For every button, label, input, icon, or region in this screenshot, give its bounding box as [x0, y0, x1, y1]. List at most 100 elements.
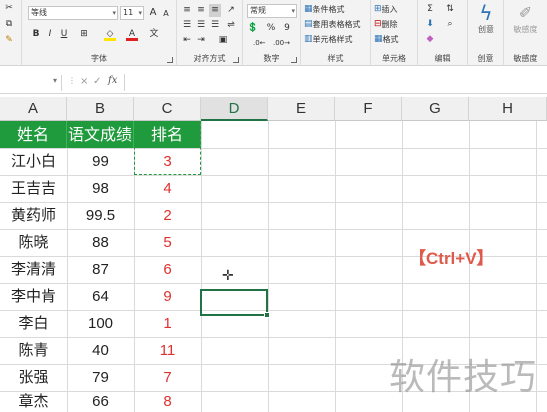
create-button[interactable]: ϟ 创意 [470, 2, 502, 35]
column-header-f[interactable]: F [335, 97, 402, 121]
align-center-icon[interactable]: ☰ [195, 19, 207, 32]
column-header-c[interactable]: C [134, 97, 201, 121]
wrap-text-icon[interactable]: ⇌ [225, 19, 237, 32]
active-cell[interactable] [200, 289, 270, 318]
bold-button[interactable]: B [30, 28, 42, 41]
increase-decimal-icon[interactable]: .0← [253, 37, 266, 50]
format-button[interactable]: ▦ 格式 [374, 33, 399, 46]
score-cell[interactable]: 99.5 [67, 202, 134, 229]
formula-bar: ▾ ⋮ × ✓ fx [0, 72, 547, 94]
font-name-combo[interactable]: 等线 ▾ [28, 6, 118, 20]
gridline [268, 121, 269, 412]
rank-cell[interactable]: 1 [134, 310, 201, 337]
column-header-h[interactable]: H [469, 97, 547, 121]
comma-style-button[interactable]: 9 [281, 22, 293, 35]
name-cell[interactable]: 李白 [0, 310, 67, 337]
grow-font-button[interactable]: A [147, 6, 159, 19]
decrease-decimal-icon[interactable]: .00→ [273, 37, 290, 50]
align-right-icon[interactable]: ☰ [209, 19, 221, 32]
name-box[interactable]: ▾ [0, 75, 62, 91]
rank-cell[interactable]: 9 [134, 283, 201, 310]
name-cell[interactable]: 张强 [0, 364, 67, 391]
rank-cell[interactable]: 5 [134, 229, 201, 256]
column-header-d[interactable]: D [201, 97, 268, 121]
insert-function-button[interactable]: fx [108, 75, 117, 86]
score-cell[interactable]: 64 [67, 283, 134, 310]
phonetic-icon[interactable]: 文 [148, 28, 160, 41]
increase-indent-icon[interactable]: ⇥ [195, 34, 207, 47]
format-painter-icon[interactable]: ✎ [3, 34, 15, 47]
rank-cell[interactable]: 7 [134, 364, 201, 391]
underline-button[interactable]: U [58, 28, 70, 41]
clear-icon[interactable]: ◆ [424, 33, 436, 46]
column-header-e[interactable]: E [268, 97, 335, 121]
score-cell[interactable]: 79 [67, 364, 134, 391]
score-cell[interactable]: 66 [67, 391, 134, 412]
percent-button[interactable]: % [265, 22, 277, 35]
align-bottom-icon[interactable]: ≡ [209, 4, 221, 17]
chevron-down-icon: ▾ [112, 9, 116, 17]
borders-icon[interactable]: ⊞ [78, 28, 90, 41]
name-cell[interactable]: 王吉吉 [0, 175, 67, 202]
fill-color-icon[interactable]: ◇ [104, 28, 116, 41]
font-dialog-launcher[interactable] [167, 57, 173, 63]
score-cell[interactable]: 99 [67, 148, 134, 175]
header-cell-score[interactable]: 语文成绩 [67, 121, 134, 148]
number-format-combo[interactable]: 常规 ▾ [247, 4, 297, 18]
rank-cell[interactable]: 11 [134, 337, 201, 364]
orientation-icon[interactable]: ↗ [225, 4, 237, 17]
name-cell[interactable]: 陈青 [0, 337, 67, 364]
worksheet-grid[interactable]: A B C D E F G H 姓名 语文成绩 排名 江小白 99 3 王吉吉 … [0, 97, 547, 412]
formula-input[interactable] [124, 74, 547, 91]
format-as-table-button[interactable]: ▤ 套用表格格式 [304, 18, 361, 31]
decrease-indent-icon[interactable]: ⇤ [181, 34, 193, 47]
column-header-g[interactable]: G [402, 97, 469, 121]
column-header-a[interactable]: A [0, 97, 67, 121]
sort-filter-icon[interactable]: ⇅ [444, 3, 456, 16]
alignment-dialog-launcher[interactable] [233, 57, 239, 63]
cell-styles-button[interactable]: ▥ 单元格样式 [304, 33, 353, 46]
rank-cell[interactable]: 8 [134, 391, 201, 412]
cancel-icon[interactable]: × [80, 76, 88, 87]
number-dialog-launcher[interactable] [291, 57, 297, 63]
sensitivity-button[interactable]: ✐ 敏感度 [506, 2, 545, 35]
conditional-format-button[interactable]: ▦ 条件格式 [304, 3, 345, 16]
rank-cell[interactable]: 3 [134, 148, 201, 175]
align-middle-icon[interactable]: ≡ [195, 4, 207, 17]
currency-icon[interactable]: 💲 [247, 22, 259, 35]
font-size-combo[interactable]: 11 ▾ [120, 6, 144, 20]
autosum-button[interactable]: Σ [424, 3, 436, 16]
italic-button[interactable]: I [44, 28, 56, 41]
name-cell[interactable]: 江小白 [0, 148, 67, 175]
rank-cell[interactable]: 2 [134, 202, 201, 229]
column-header-b[interactable]: B [67, 97, 134, 121]
cut-icon[interactable]: ✂ [3, 2, 15, 15]
header-cell-name[interactable]: 姓名 [0, 121, 67, 148]
name-cell[interactable]: 陈晓 [0, 229, 67, 256]
score-cell[interactable]: 100 [67, 310, 134, 337]
merge-center-icon[interactable]: ▣ [217, 34, 229, 47]
fill-handle[interactable] [264, 312, 270, 318]
font-color-icon[interactable]: A [126, 28, 138, 41]
score-cell[interactable]: 40 [67, 337, 134, 364]
fill-icon[interactable]: ⬇ [424, 18, 436, 31]
shrink-font-button[interactable]: A [160, 7, 172, 20]
score-cell[interactable]: 98 [67, 175, 134, 202]
align-top-icon[interactable]: ≡ [181, 4, 193, 17]
insert-button[interactable]: ⊞ 插入 [374, 3, 398, 16]
enter-icon[interactable]: ✓ [93, 76, 101, 87]
score-cell[interactable]: 87 [67, 256, 134, 283]
align-left-icon[interactable]: ☰ [181, 19, 193, 32]
name-cell[interactable]: 黄药师 [0, 202, 67, 229]
rank-cell[interactable]: 4 [134, 175, 201, 202]
rank-cell[interactable]: 6 [134, 256, 201, 283]
more-options-icon[interactable]: ⋮ [68, 76, 76, 85]
header-cell-rank[interactable]: 排名 [134, 121, 201, 148]
delete-button[interactable]: ⊟ 删除 [374, 18, 398, 31]
name-cell[interactable]: 李中肯 [0, 283, 67, 310]
name-cell[interactable]: 章杰 [0, 391, 67, 412]
name-cell[interactable]: 李清清 [0, 256, 67, 283]
score-cell[interactable]: 88 [67, 229, 134, 256]
find-select-icon[interactable]: ⌕ [444, 18, 456, 31]
copy-icon[interactable]: ⧉ [3, 18, 15, 31]
